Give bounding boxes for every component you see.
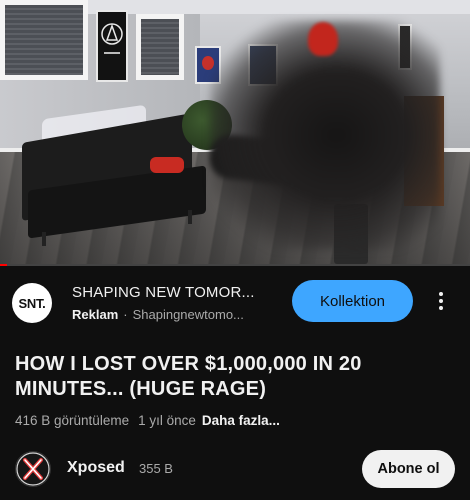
view-count: 416 B görüntüleme: [15, 413, 130, 428]
channel-name[interactable]: Xposed: [67, 459, 125, 477]
scene-couch-leg: [188, 210, 192, 224]
ad-cta-button[interactable]: Kollektion: [292, 280, 413, 322]
kebab-menu-icon[interactable]: [430, 287, 452, 315]
scene-person-hat: [308, 22, 338, 56]
subscriber-count: 355 B: [139, 461, 173, 476]
scene-window-middle: [136, 14, 184, 80]
video-title[interactable]: HOW I LOST OVER $1,000,000 IN 20 MINUTES…: [15, 352, 455, 402]
scene-red-bag: [150, 157, 184, 173]
more-link[interactable]: Daha fazla...: [202, 413, 280, 428]
subscribe-button[interactable]: Abone ol: [362, 450, 455, 488]
channel-avatar[interactable]: [15, 451, 51, 487]
scene-poster-band: [96, 10, 128, 82]
ad-row[interactable]: SNT. SHAPING NEW TOMOR... Reklam · Shaping…: [0, 266, 470, 334]
scene-window-left: [0, 0, 88, 80]
xposed-logo-icon: [16, 452, 50, 486]
upload-age: 1 yıl önce: [138, 413, 196, 428]
ad-meta-line: Reklam · Shapingnewtomo...: [72, 307, 282, 322]
ad-separator: ·: [123, 307, 128, 322]
ad-domain: Shapingnewtomo...: [132, 307, 244, 322]
video-player[interactable]: [0, 0, 470, 264]
video-meta-line[interactable]: 416 B görüntüleme 1 yıl önce Daha fazla...: [15, 413, 280, 428]
ad-badge: Reklam: [72, 307, 119, 322]
scene-couch-leg: [42, 232, 46, 246]
advertiser-logo[interactable]: SNT.: [12, 283, 52, 323]
advertiser-title[interactable]: SHAPING NEW TOMOR...: [72, 284, 282, 301]
